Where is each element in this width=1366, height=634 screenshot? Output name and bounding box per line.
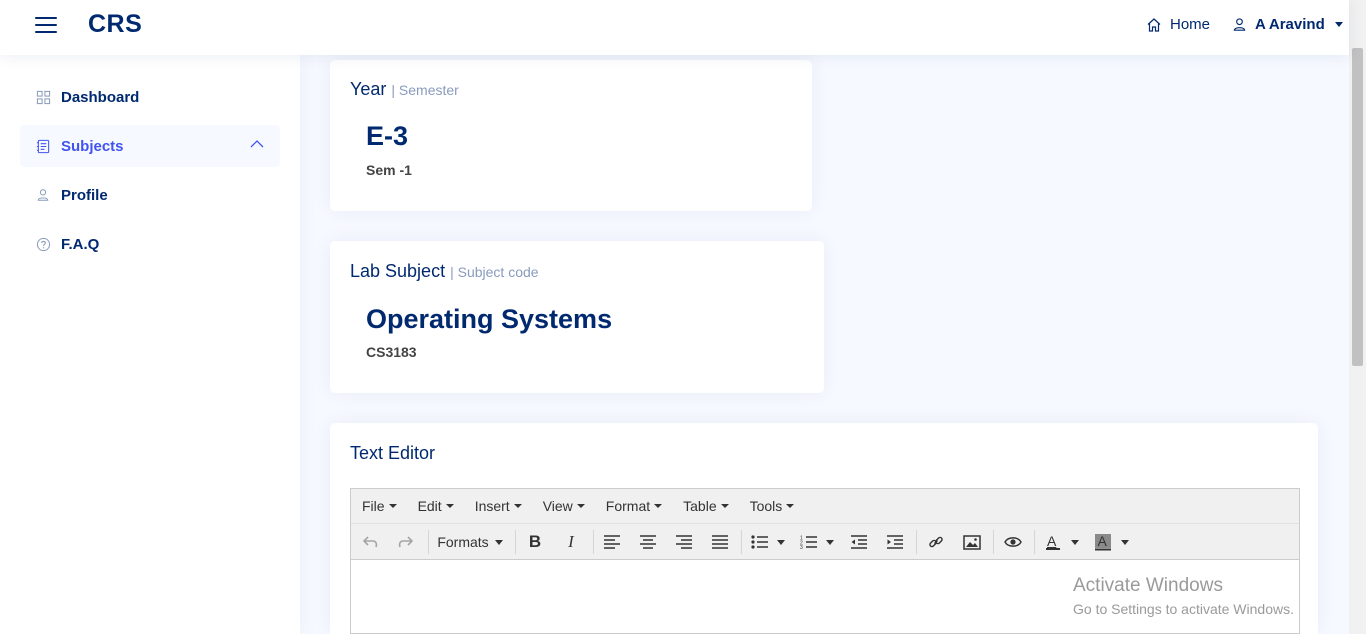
year-value: E-3 (366, 121, 409, 151)
card-subtitle: | Semester (391, 82, 459, 98)
brand-logo[interactable]: CRS (88, 10, 142, 39)
sidebar-item-profile[interactable]: Profile (20, 174, 280, 216)
card-title: Text Editor (350, 443, 436, 463)
editor-toolbar: Formats B I 123 A A (351, 524, 1299, 560)
formats-dropdown[interactable]: Formats (435, 529, 505, 555)
preview-eye-icon[interactable] (1001, 529, 1025, 555)
text-color-icon[interactable]: A (1042, 529, 1082, 555)
italic-icon[interactable]: I (559, 529, 583, 555)
menu-file[interactable]: File (362, 498, 397, 514)
redo-icon[interactable] (393, 529, 417, 555)
card-title: Year | Semester (350, 79, 459, 100)
grid-icon (35, 89, 51, 105)
home-link[interactable]: Home (1146, 16, 1210, 33)
menu-table[interactable]: Table (683, 498, 729, 514)
svg-text:A: A (1098, 534, 1108, 549)
lab-subject-card: Lab Subject | Subject code Operating Sys… (330, 241, 824, 393)
chevron-up-icon (250, 140, 264, 148)
activate-windows-title: Activate Windows (1073, 575, 1223, 596)
user-name: A Aravind (1255, 16, 1325, 33)
card-title-text: Lab Subject (350, 261, 446, 281)
bold-icon[interactable]: B (523, 529, 547, 555)
undo-icon[interactable] (359, 529, 383, 555)
card-subtitle: | Subject code (450, 264, 539, 280)
sidebar-item-subjects[interactable]: Subjects (20, 125, 280, 167)
question-circle-icon (35, 236, 51, 252)
caret-down-icon (1334, 22, 1343, 27)
subject-name: Operating Systems (366, 304, 613, 334)
card-title-text: Year (350, 79, 387, 99)
sidebar-item-dashboard[interactable]: Dashboard (20, 76, 280, 118)
svg-text:3: 3 (800, 545, 803, 549)
card-title: Lab Subject | Subject code (350, 261, 539, 282)
hamburger-menu-icon[interactable] (35, 15, 57, 35)
sidebar-item-label: Subjects (61, 137, 124, 155)
user-dropdown[interactable]: A Aravind (1232, 16, 1343, 33)
sidebar-item-label: F.A.Q (61, 235, 100, 253)
page-scrollbar[interactable] (1349, 0, 1366, 634)
sidebar-item-label: Dashboard (61, 88, 140, 106)
align-justify-icon[interactable] (708, 529, 732, 555)
sidebar-item-label: Profile (61, 186, 108, 204)
scrollbar-thumb[interactable] (1352, 48, 1363, 366)
indent-icon[interactable] (883, 529, 907, 555)
align-left-icon[interactable] (600, 529, 624, 555)
link-icon[interactable] (924, 529, 948, 555)
semester-value: Sem -1 (366, 162, 412, 178)
sidebar-item-faq[interactable]: F.A.Q (20, 223, 280, 265)
person-icon (1233, 18, 1246, 31)
outdent-icon[interactable] (847, 529, 871, 555)
year-card: Year | Semester E-3 Sem -1 (330, 60, 812, 211)
background-color-icon[interactable]: A (1092, 529, 1132, 555)
formats-label: Formats (437, 534, 489, 550)
home-label: Home (1170, 16, 1211, 33)
menu-view[interactable]: View (543, 498, 585, 514)
journal-icon (35, 138, 51, 154)
menu-tools[interactable]: Tools (750, 498, 795, 514)
menu-insert[interactable]: Insert (475, 498, 522, 514)
person-icon (35, 187, 51, 203)
svg-text:A: A (1047, 534, 1057, 549)
editor-menubar: File Edit Insert View Format Table Tools (351, 489, 1299, 524)
bullet-list-icon[interactable] (748, 529, 788, 555)
align-center-icon[interactable] (636, 529, 660, 555)
image-icon[interactable] (960, 529, 984, 555)
top-header: CRS Home A Aravind (0, 0, 1349, 55)
subject-code: CS3183 (366, 344, 417, 360)
activate-windows-subtitle: Go to Settings to activate Windows. (1073, 601, 1294, 617)
align-right-icon[interactable] (672, 529, 696, 555)
sidebar: Dashboard Subjects Profile F.A.Q (0, 55, 300, 634)
menu-edit[interactable]: Edit (418, 498, 454, 514)
menu-format[interactable]: Format (606, 498, 663, 514)
numbered-list-icon[interactable]: 123 (797, 529, 837, 555)
house-icon (1147, 17, 1161, 32)
